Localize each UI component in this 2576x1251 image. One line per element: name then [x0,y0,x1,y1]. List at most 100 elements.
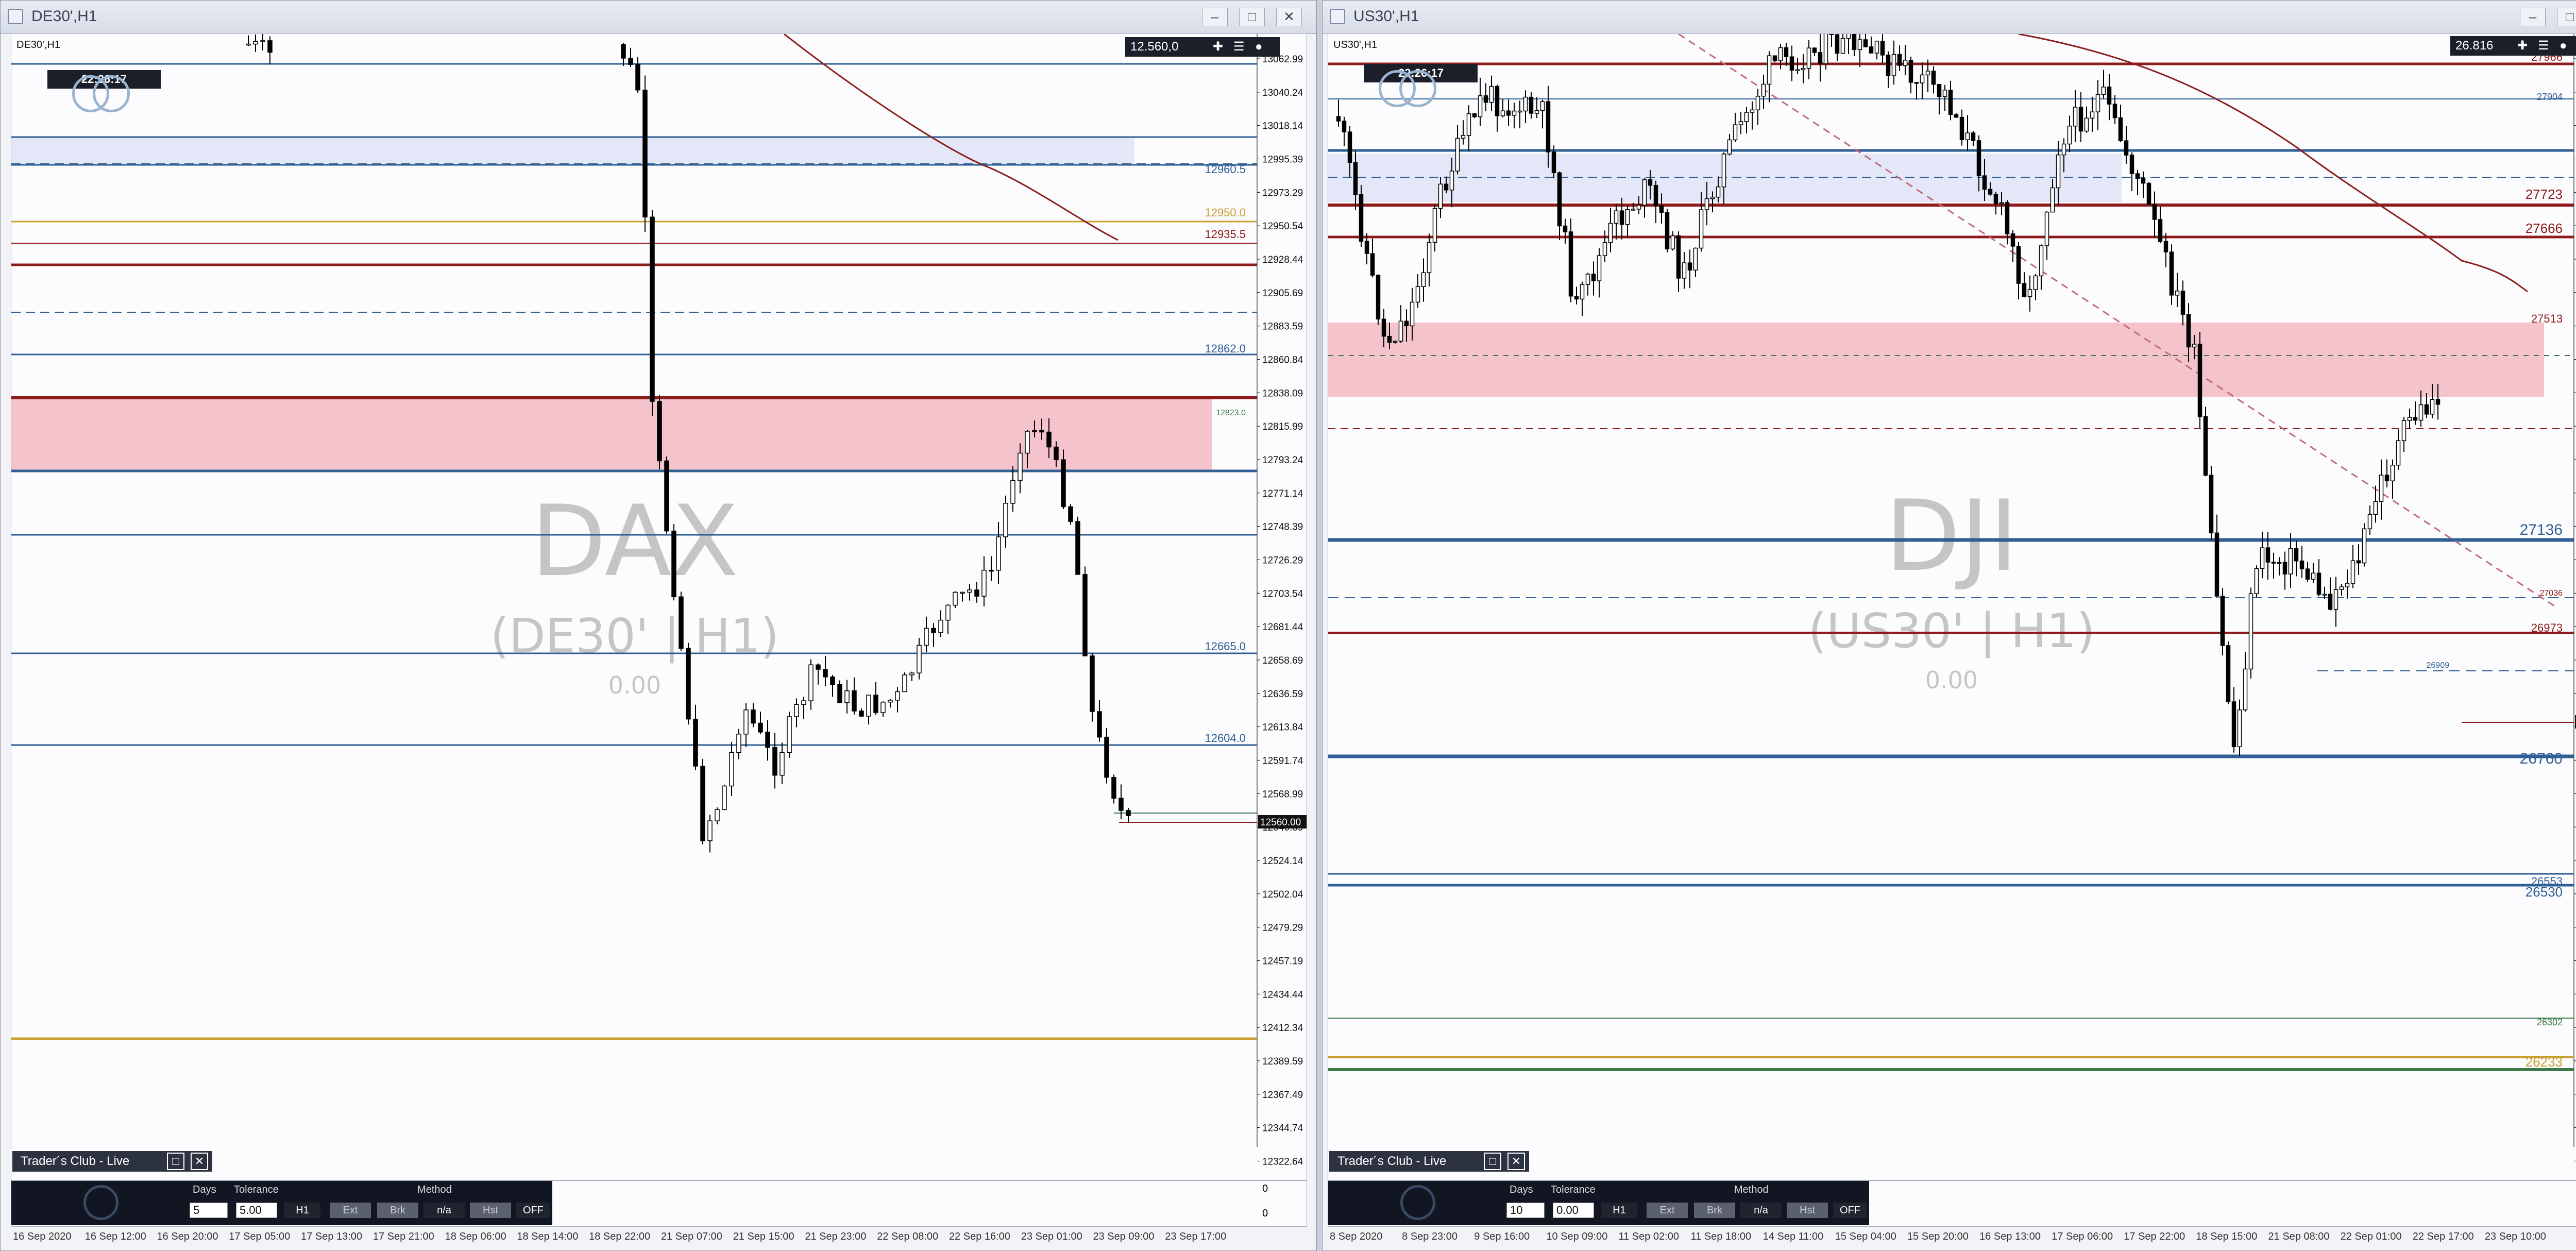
timeframe-button[interactable]: H1 [1601,1203,1637,1218]
hst-button[interactable]: Hst [470,1203,511,1218]
indicator-tab[interactable]: Trader´s Club - Live □ ✕ [1329,1151,1529,1172]
candle-body [1710,196,1715,199]
candle-body [1449,171,1454,191]
candle-body [1829,34,1834,35]
watermark-symbol: DJI [1885,479,2018,593]
candle-body [1512,110,1517,116]
maximize-button[interactable]: □ [1239,8,1265,26]
candle-body [1432,208,1437,243]
time-tick-label: 11 Sep 18:00 [1690,1231,1752,1242]
off-button[interactable]: OFF [516,1203,550,1218]
ext-button[interactable]: Ext [330,1203,371,1218]
level-label: 12862.0 [1205,342,1246,355]
method-select[interactable]: n/a [423,1203,465,1218]
price-tick-label: 12658.69 [1262,655,1303,666]
candle-body [743,709,749,735]
plus-icon[interactable]: ✚ [2517,36,2528,56]
candle-body [1466,113,1471,136]
brk-button[interactable]: Brk [1694,1203,1735,1218]
indicator-panel[interactable]: Days 10 Tolerance 0.00 H1 Ext Brk Method… [1328,1181,1869,1225]
candle-body [2396,440,2401,466]
candle-body [2413,417,2418,421]
candle-body [260,40,265,42]
candle-body [1540,101,1545,111]
candle-body [1557,172,1562,227]
settings-icon[interactable]: ● [2560,36,2567,56]
candle-body [2005,202,2010,234]
hst-button[interactable]: Hst [1787,1203,1828,1218]
close-button[interactable]: ✕ [191,1153,208,1170]
chart-window-icon [8,9,23,24]
days-input[interactable]: 5 [190,1203,228,1218]
candle-body [924,628,929,646]
candle-body [2333,589,2338,610]
close-button[interactable]: ✕ [1507,1153,1525,1170]
minimize-button[interactable]: – [1202,8,1228,26]
candle-body [2373,501,2378,515]
days-label: Days [193,1184,216,1195]
candle-body [2311,572,2316,580]
minimize-button[interactable]: – [2520,8,2546,26]
chart-window-de30[interactable]: DE30',H1 – □ ✕ 13062.99 13040.24 13018.14 1… [0,0,1317,1251]
indicator-panel[interactable]: Days 5 Tolerance 5.00 H1 Ext Brk Method … [11,1181,552,1225]
candle-body [2163,241,2168,252]
chart-symbol-label: US30',H1 [1333,39,1377,50]
level-label: 12604.0 [1205,732,1246,745]
candle-body [1410,301,1415,327]
candle-body [1755,95,1760,111]
indicator-subwindow[interactable]: ✕ Days 10 Tolerance 0.00 H1 Ext Brk Meth… [1328,1180,2576,1227]
close-button[interactable]: ✕ [1276,8,1302,26]
candle-body [1580,284,1585,300]
ext-button[interactable]: Ext [1647,1203,1688,1218]
price-tick-label: 12973.29 [1262,188,1303,198]
candle-body [2033,275,2038,290]
candle-body [1653,184,1658,207]
price-chart[interactable]: 27997.6627937.6927878.0027818.6927759.02… [1328,34,2576,1180]
candle-body [2175,291,2180,296]
indicator-tab[interactable]: Trader´s Club - Live □ ✕ [12,1151,212,1172]
candle-body [1438,183,1443,209]
menu-icon[interactable]: ☰ [1233,37,1245,57]
time-tick-label: 18 Sep 15:00 [2196,1231,2258,1242]
candle-body [2435,399,2441,405]
method-select[interactable]: n/a [1740,1203,1782,1218]
off-button[interactable]: OFF [1833,1203,1867,1218]
title-bar[interactable]: US30',H1 – □ ✕ [1323,1,2576,34]
chart-canvas[interactable]: 27997.6627937.6927878.0027818.6927759.02… [1328,33,2576,1180]
tolerance-input[interactable]: 5.00 [236,1203,277,1218]
candle-body [1863,39,1868,47]
price-chart[interactable]: 13062.9913040.2413018.1412995.3912973.29… [11,34,1307,1180]
time-tick-label: 21 Sep 07:00 [660,1231,722,1242]
restore-button[interactable]: □ [1484,1153,1501,1170]
brk-button[interactable]: Brk [377,1203,418,1218]
candle-body [2169,251,2174,296]
days-input[interactable]: 10 [1506,1203,1545,1218]
indicator-subwindow[interactable]: ✕ Days 5 Tolerance 5.00 H1 Ext Brk Metho… [11,1180,1307,1227]
timeframe-button[interactable]: H1 [284,1203,320,1218]
title-bar[interactable]: DE30',H1 – □ ✕ [1,1,1316,34]
candle-body [267,40,273,53]
indicator-tab-label: Trader´s Club - Live [1337,1154,1447,1168]
candle-body [2294,548,2299,562]
price-zone [1328,323,2544,397]
candle-body [1370,253,1375,276]
chart-window-us30[interactable]: US30',H1 – □ ✕ 27997.6627937.6927878.002… [1322,0,2576,1251]
candle-body [2056,154,2061,189]
price-display-value: 26.816 [2455,39,2494,53]
level-label: 27513 [2531,312,2563,325]
chart-canvas[interactable]: 13062.99 13040.24 13018.14 12995.39 12973.29… [11,33,1307,1180]
plus-icon[interactable]: ✚ [1213,37,1223,57]
menu-icon[interactable]: ☰ [2538,36,2549,56]
restore-button[interactable]: □ [167,1153,184,1170]
candle-body [1563,225,1568,232]
candle-body [2277,562,2282,564]
price-tick-label: 12412.34 [1262,1023,1303,1034]
tolerance-input[interactable]: 0.00 [1553,1203,1594,1218]
price-tick-label: 12636.59 [1262,689,1303,700]
maximize-button[interactable]: □ [2557,8,2576,26]
candle-body [1506,110,1511,116]
candle-body [895,691,900,701]
settings-icon[interactable]: ● [1255,37,1263,57]
candle-body [852,690,857,712]
candle-body [1818,52,1823,64]
